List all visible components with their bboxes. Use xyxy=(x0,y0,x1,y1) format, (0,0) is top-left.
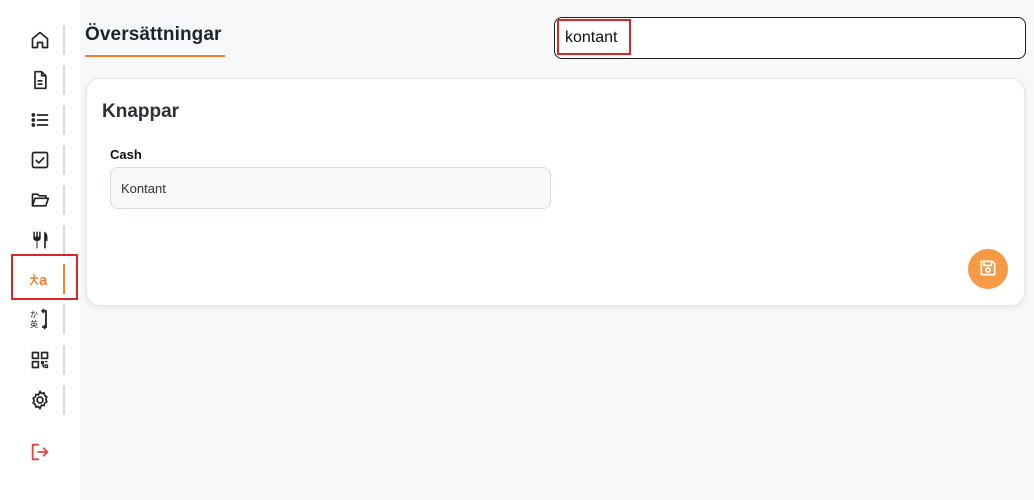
sidebar-item-home[interactable] xyxy=(0,23,80,57)
gear-icon xyxy=(27,387,53,413)
sidebar-item-files[interactable] xyxy=(0,183,80,217)
sidebar-divider xyxy=(63,105,65,135)
utensils-icon xyxy=(27,227,53,253)
page-title: Översättningar xyxy=(85,24,222,45)
folder-open-icon xyxy=(27,187,53,213)
document-icon xyxy=(27,67,53,93)
translation-card: Knappar Cash xyxy=(86,78,1025,306)
sidebar-item-list[interactable] xyxy=(0,103,80,137)
field-label: Cash xyxy=(110,147,142,162)
card-title: Knappar xyxy=(102,101,180,122)
active-item-highlight xyxy=(11,254,78,300)
sidebar-item-settings[interactable] xyxy=(0,383,80,417)
svg-text:英: 英 xyxy=(30,319,38,329)
search-input[interactable] xyxy=(565,28,1005,48)
sidebar-item-qr[interactable] xyxy=(0,343,80,377)
home-icon xyxy=(27,27,53,53)
save-button[interactable] xyxy=(968,249,1008,289)
japanese-translate-icon: か英 xyxy=(27,306,53,332)
sidebar-item-logout[interactable] xyxy=(0,435,80,469)
sidebar-item-menu[interactable] xyxy=(0,223,80,257)
translation-input[interactable] xyxy=(110,167,551,209)
svg-text:か: か xyxy=(30,310,38,319)
sidebar-item-documents[interactable] xyxy=(0,63,80,97)
sidebar-divider xyxy=(63,145,65,175)
sidebar-divider xyxy=(63,25,65,55)
sidebar-item-tasks[interactable] xyxy=(0,143,80,177)
checkbox-icon xyxy=(27,147,53,173)
sidebar-divider xyxy=(63,185,65,215)
sidebar-divider xyxy=(63,304,65,334)
sidebar-item-language[interactable]: か英 xyxy=(0,302,80,336)
qr-code-icon xyxy=(27,347,53,373)
sidebar-divider xyxy=(63,385,65,415)
save-icon xyxy=(978,258,998,281)
sidebar-divider xyxy=(63,225,65,255)
list-icon xyxy=(27,107,53,133)
sidebar-divider xyxy=(63,345,65,375)
sidebar-divider xyxy=(63,65,65,95)
title-underline xyxy=(85,55,225,57)
logout-icon xyxy=(27,439,53,465)
search-box xyxy=(554,17,1026,59)
sidebar: a か英 xyxy=(0,0,80,500)
